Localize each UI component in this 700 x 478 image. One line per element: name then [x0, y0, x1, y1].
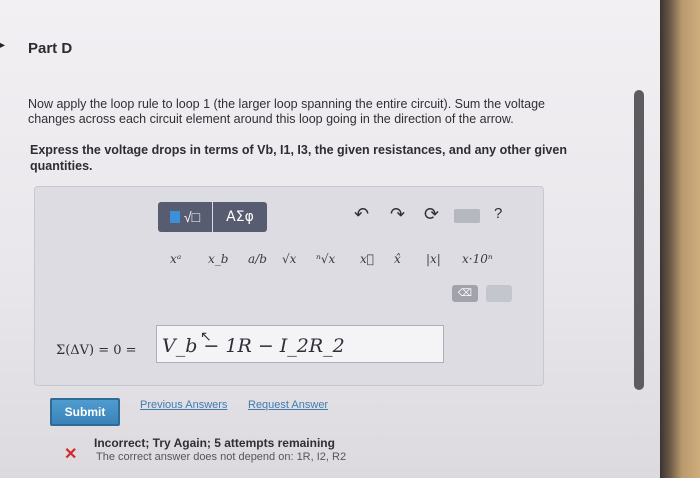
format-templates-button[interactable]: √□ [158, 202, 212, 232]
equation-lhs: Σ(ΔV) = 0 = [56, 343, 137, 358]
vector-template[interactable]: x⃗ [360, 252, 374, 266]
submit-button[interactable]: Submit [50, 398, 120, 426]
express-prompt: Express the voltage drops in terms of Vb… [30, 143, 567, 173]
incorrect-icon: ✕ [64, 446, 78, 463]
sqrt-template[interactable]: √x [282, 252, 296, 266]
screen-bezel [660, 0, 700, 478]
request-answer-link[interactable]: Request Answer [248, 399, 328, 411]
feedback-note: The correct answer does not depend on: 1… [96, 451, 347, 463]
previous-answers-link[interactable]: Previous Answers [140, 399, 227, 411]
collapse-arrow-icon[interactable]: ▸ [0, 40, 5, 51]
backspace-button[interactable]: ⌫ [452, 285, 478, 302]
redo-icon[interactable]: ↷ [390, 204, 405, 225]
superscript-template[interactable]: xᵃ [170, 252, 181, 266]
nth-root-template[interactable]: ⁿ√x [316, 252, 335, 266]
fraction-template[interactable]: a/b [248, 252, 267, 266]
reset-icon[interactable]: ⟳ [424, 204, 439, 225]
answer-expression[interactable]: V_b − 1R − I_2R_2 [162, 335, 345, 357]
scrollbar[interactable] [634, 90, 644, 390]
keyboard-shortcuts-icon[interactable] [454, 209, 480, 223]
mouse-cursor-icon: ↖ [200, 328, 212, 344]
subscript-template[interactable]: x_b [208, 252, 228, 266]
template-square-icon [169, 211, 180, 223]
part-title: Part D [28, 40, 73, 57]
scientific-notation-template[interactable]: x·10ⁿ [462, 252, 493, 266]
help-icon[interactable]: ? [494, 205, 502, 222]
undo-icon[interactable]: ↶ [354, 204, 369, 225]
screen: ▸ Part D Now apply the loop rule to loop… [0, 0, 660, 478]
unit-vector-template[interactable]: x̂ [394, 252, 401, 266]
greek-symbols-button[interactable]: ΑΣφ [213, 202, 267, 232]
abs-template[interactable]: |x| [426, 252, 441, 266]
keyboard-icon[interactable] [486, 285, 512, 302]
instructions-text: Now apply the loop rule to loop 1 (the l… [28, 97, 545, 126]
format-label: √□ [183, 209, 201, 225]
feedback-status: Incorrect; Try Again; 5 attempts remaini… [94, 436, 335, 450]
